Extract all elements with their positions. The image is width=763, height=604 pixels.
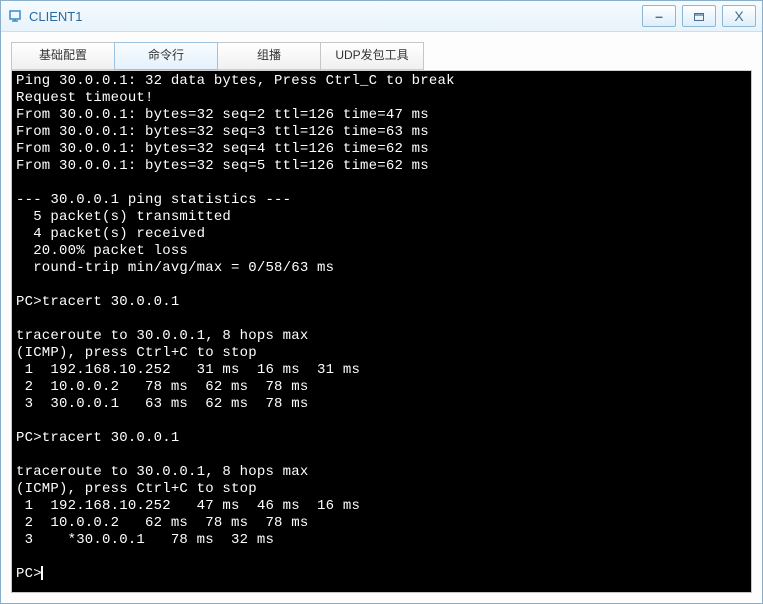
terminal-line: 3 30.0.0.1 63 ms 62 ms 78 ms: [16, 396, 308, 412]
maximize-icon: [694, 8, 704, 24]
terminal-line: 1 192.168.10.252 31 ms 16 ms 31 ms: [16, 362, 360, 378]
terminal-line: PC>tracert 30.0.0.1: [16, 430, 179, 446]
content-area: 基础配置 命令行 组播 UDP发包工具 Ping 30.0.0.1: 32 da…: [1, 32, 762, 603]
terminal-line: 3 *30.0.0.1 78 ms 32 ms: [16, 532, 274, 548]
minimize-button[interactable]: –: [642, 5, 676, 27]
terminal-line: From 30.0.0.1: bytes=32 seq=5 ttl=126 ti…: [16, 158, 429, 174]
terminal-line: 5 packet(s) transmitted: [16, 209, 231, 225]
terminal-prompt: PC>: [16, 566, 42, 582]
terminal-line: (ICMP), press Ctrl+C to stop: [16, 345, 257, 361]
titlebar[interactable]: CLIENT1 – X: [1, 1, 762, 32]
app-window: CLIENT1 – X 基础配置 命令行 组播 UDP发包工具 Ping 30.…: [0, 0, 763, 604]
maximize-button[interactable]: [682, 5, 716, 27]
terminal-line: 20.00% packet loss: [16, 243, 188, 259]
tab-basic-config[interactable]: 基础配置: [11, 42, 115, 70]
terminal-line: traceroute to 30.0.0.1, 8 hops max: [16, 328, 308, 344]
tab-udp-tool[interactable]: UDP发包工具: [320, 42, 424, 70]
app-icon: [7, 8, 23, 24]
cursor-icon: [41, 566, 43, 580]
minimize-icon: –: [655, 8, 663, 24]
terminal-line: --- 30.0.0.1 ping statistics ---: [16, 192, 291, 208]
terminal-line: 2 10.0.0.2 78 ms 62 ms 78 ms: [16, 379, 308, 395]
close-icon: X: [734, 8, 743, 24]
terminal-line: 4 packet(s) received: [16, 226, 205, 242]
terminal-line: round-trip min/avg/max = 0/58/63 ms: [16, 260, 334, 276]
terminal-line: From 30.0.0.1: bytes=32 seq=3 ttl=126 ti…: [16, 124, 429, 140]
terminal[interactable]: Ping 30.0.0.1: 32 data bytes, Press Ctrl…: [11, 71, 752, 593]
terminal-line: Ping 30.0.0.1: 32 data bytes, Press Ctrl…: [16, 73, 455, 89]
terminal-line: Request timeout!: [16, 90, 154, 106]
tab-bar: 基础配置 命令行 组播 UDP发包工具: [11, 42, 752, 71]
window-title: CLIENT1: [29, 9, 82, 24]
terminal-line: (ICMP), press Ctrl+C to stop: [16, 481, 257, 497]
terminal-line: 2 10.0.0.2 62 ms 78 ms 78 ms: [16, 515, 308, 531]
close-button[interactable]: X: [722, 5, 756, 27]
terminal-line: From 30.0.0.1: bytes=32 seq=2 ttl=126 ti…: [16, 107, 429, 123]
tab-multicast[interactable]: 组播: [217, 42, 321, 70]
terminal-line: PC>tracert 30.0.0.1: [16, 294, 179, 310]
tab-command-line[interactable]: 命令行: [114, 42, 218, 70]
terminal-line: 1 192.168.10.252 47 ms 46 ms 16 ms: [16, 498, 360, 514]
terminal-line: traceroute to 30.0.0.1, 8 hops max: [16, 464, 308, 480]
terminal-line: From 30.0.0.1: bytes=32 seq=4 ttl=126 ti…: [16, 141, 429, 157]
